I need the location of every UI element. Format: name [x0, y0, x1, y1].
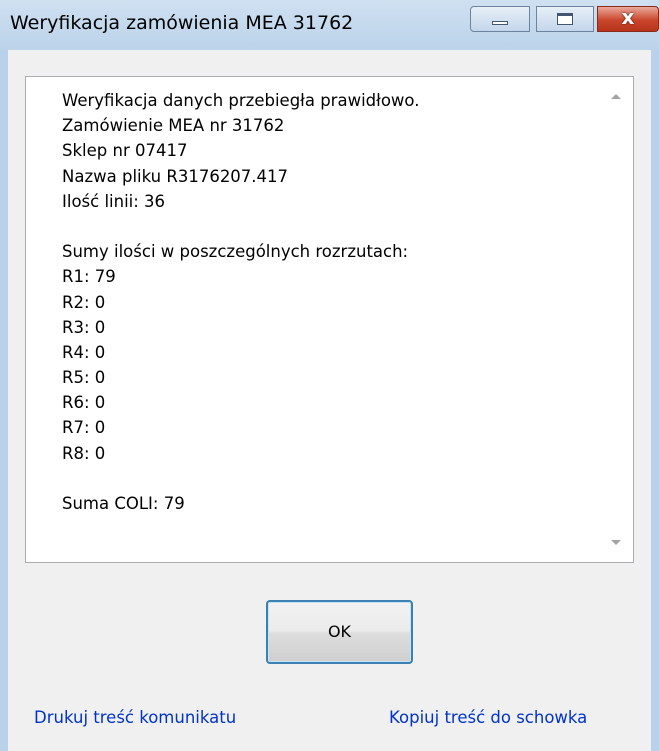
- message-line: R4: 0: [62, 342, 106, 362]
- scroll-up-icon[interactable]: [611, 94, 621, 99]
- scroll-down-icon[interactable]: [611, 540, 621, 545]
- title-bar[interactable]: Weryfikacja zamówienia MEA 31762 x: [0, 0, 659, 50]
- maximize-icon: [557, 13, 573, 25]
- message-line: Nazwa pliku R3176207.417: [62, 166, 289, 186]
- message-line: R3: 0: [62, 317, 106, 337]
- minimize-button[interactable]: [470, 6, 530, 32]
- message-line: Weryfikacja danych przebiegła prawidłowo…: [62, 91, 420, 110]
- message-line: Suma COLI: 79: [62, 494, 185, 513]
- print-message-link[interactable]: Drukuj treść komunikatu: [34, 708, 236, 727]
- message-line: Ilość linii: 36: [62, 191, 166, 211]
- message-line: R2: 0: [62, 292, 106, 312]
- message-line: [62, 466, 602, 491]
- message-line: R8: 0: [62, 443, 106, 463]
- dialog-window: Weryfikacja zamówienia MEA 31762 x Weryf…: [0, 0, 659, 751]
- window-title: Weryfikacja zamówienia MEA 31762: [10, 12, 354, 34]
- message-line: Sumy ilości w poszczególnych rozrzutach:: [62, 242, 409, 262]
- message-line: Zamówienie MEA nr 31762: [62, 116, 285, 136]
- close-icon: x: [621, 5, 635, 29]
- close-button[interactable]: x: [597, 5, 659, 32]
- vertical-scrollbar[interactable]: [599, 77, 633, 562]
- ok-button[interactable]: OK: [266, 600, 413, 664]
- message-text: Weryfikacja danych przebiegła prawidłowo…: [62, 88, 602, 516]
- message-line: Sklep nr 07417: [62, 141, 188, 161]
- message-line: R7: 0: [62, 418, 106, 438]
- message-line: R6: 0: [62, 393, 106, 413]
- message-line: R5: 0: [62, 368, 106, 388]
- message-line: [62, 214, 602, 239]
- maximize-button[interactable]: [536, 6, 594, 32]
- dialog-body: Weryfikacja danych przebiegła prawidłowo…: [8, 50, 651, 751]
- minimize-icon: [492, 21, 508, 25]
- copy-to-clipboard-link[interactable]: Kopiuj treść do schowka: [389, 708, 587, 727]
- message-line: R1: 79: [62, 267, 116, 287]
- message-textarea[interactable]: Weryfikacja danych przebiegła prawidłowo…: [25, 76, 634, 563]
